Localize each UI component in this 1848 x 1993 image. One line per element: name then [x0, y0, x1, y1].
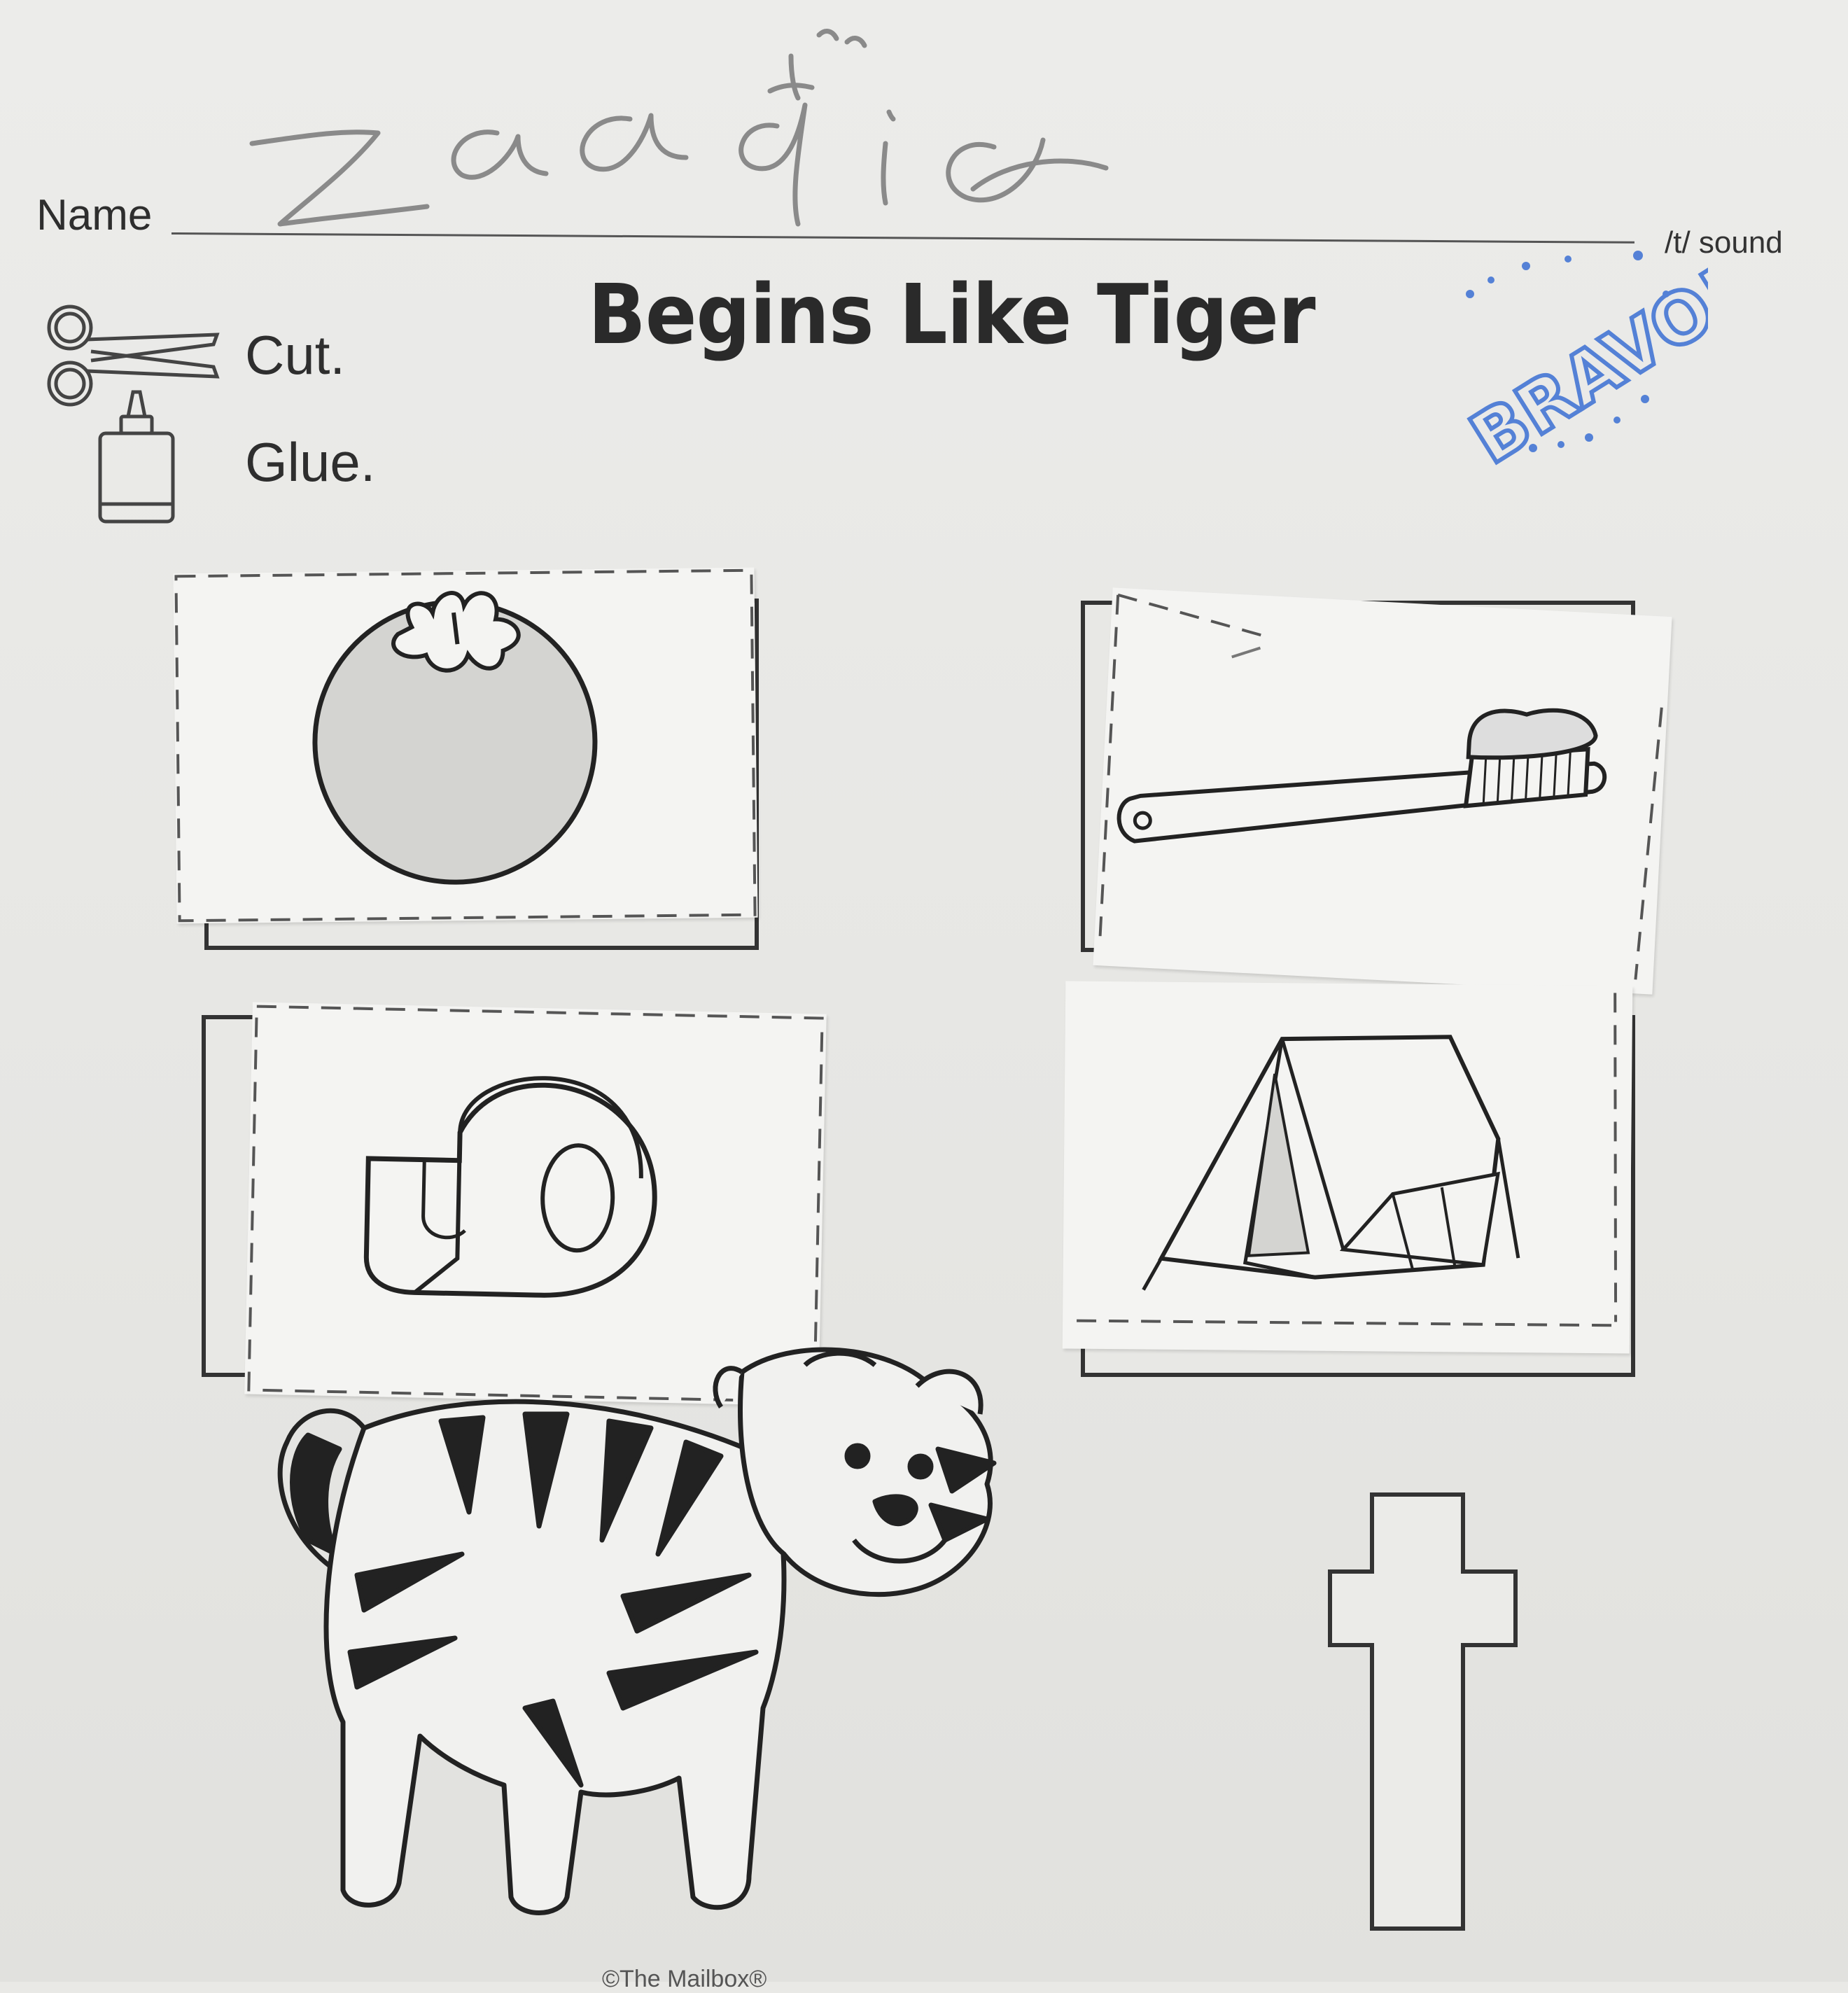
picture-card-toothbrush[interactable] [1093, 587, 1672, 995]
glue-bottle-icon [98, 390, 175, 524]
picture-card-tomato[interactable] [173, 567, 758, 924]
bravo-stamp: BRAVO! [1455, 249, 1708, 469]
stamp-text: BRAVO! [1457, 251, 1708, 469]
tiger-icon [277, 1347, 997, 1915]
copyright-footer: ©The Mailbox® [602, 1966, 767, 1992]
toothbrush-icon [1098, 593, 1663, 980]
glue-instruction: Glue. [245, 431, 376, 493]
picture-card-tent[interactable] [1062, 981, 1633, 1354]
name-label: Name [36, 191, 153, 239]
letter-t-outline [1328, 1492, 1518, 1931]
handwritten-student-name [249, 29, 1109, 227]
cut-instruction: Cut. [245, 324, 346, 386]
tent-icon [1077, 993, 1618, 1327]
page-title: Begins Like Tiger [588, 266, 1315, 363]
tomato-icon [174, 568, 757, 923]
